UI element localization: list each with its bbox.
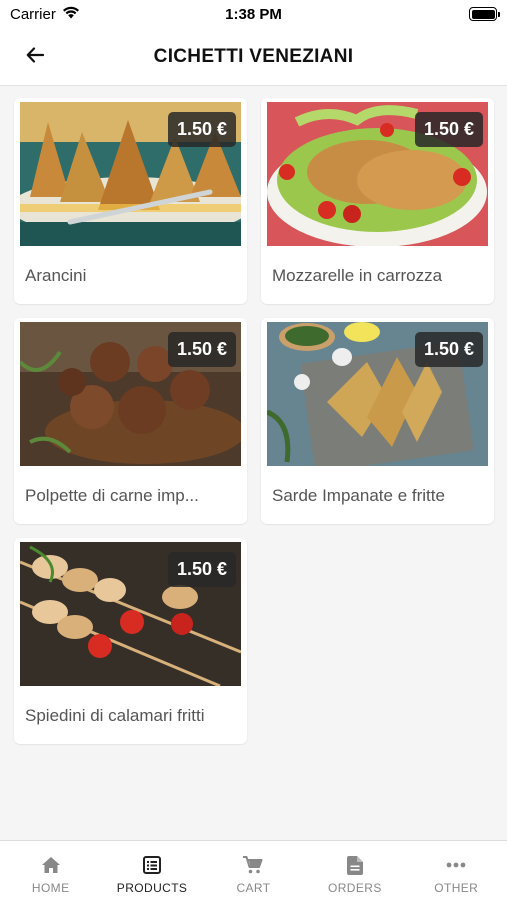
wifi-icon bbox=[62, 6, 80, 23]
home-icon bbox=[41, 855, 60, 875]
tab-products[interactable]: PRODUCTS bbox=[102, 855, 202, 895]
tab-label: PRODUCTS bbox=[116, 881, 188, 895]
product-image: 1.50 € bbox=[20, 542, 241, 686]
orders-document-icon bbox=[346, 855, 363, 875]
product-name: Mozzarelle in carrozza bbox=[272, 266, 443, 285]
tab-other[interactable]: OTHER bbox=[406, 855, 506, 895]
product-card-polpette-di-carne[interactable]: 1.50 € Polpette di carne imp... bbox=[14, 318, 247, 524]
status-left: Carrier bbox=[10, 6, 80, 23]
tab-orders[interactable]: ORDERS bbox=[305, 855, 405, 895]
arrow-left-icon bbox=[26, 46, 45, 68]
price-badge: 1.50 € bbox=[167, 332, 236, 367]
tab-home[interactable]: HOME bbox=[1, 855, 101, 895]
navigation-bar: CICHETTI VENEZIANI bbox=[0, 28, 507, 86]
product-name: Polpette di carne imp... bbox=[25, 486, 199, 505]
tab-label: CART bbox=[236, 881, 271, 895]
product-image: 1.50 € bbox=[267, 102, 488, 246]
tab-cart[interactable]: CART bbox=[203, 855, 303, 895]
product-image: 1.50 € bbox=[20, 322, 241, 466]
back-button[interactable] bbox=[20, 42, 50, 72]
product-grid: 1.50 € Arancini 1.50 € Mozzarelle in car… bbox=[14, 98, 494, 744]
product-image: 1.50 € bbox=[20, 102, 241, 246]
carrier-label: Carrier bbox=[10, 5, 56, 23]
cart-icon bbox=[243, 855, 263, 875]
price-badge: 1.50 € bbox=[167, 112, 236, 147]
page-title: CICHETTI VENEZIANI bbox=[153, 45, 354, 67]
status-bar: Carrier 1:38 PM bbox=[0, 0, 507, 28]
tab-label: OTHER bbox=[434, 881, 479, 895]
tab-bar: HOME PRODUCTS CART ORDERS OTHER bbox=[0, 840, 507, 900]
product-card-sarde-impanate[interactable]: 1.50 € Sarde Impanate e fritte bbox=[261, 318, 494, 524]
product-image: 1.50 € bbox=[267, 322, 488, 466]
product-card-mozzarelle-in-carrozza[interactable]: 1.50 € Mozzarelle in carrozza bbox=[261, 98, 494, 304]
product-name: Sarde Impanate e fritte bbox=[272, 486, 445, 505]
product-card-spiedini-di-calamari[interactable]: 1.50 € Spiedini di calamari fritti bbox=[14, 538, 247, 744]
battery-icon bbox=[469, 7, 500, 21]
tab-label: ORDERS bbox=[327, 881, 382, 895]
products-list-icon bbox=[143, 855, 162, 875]
product-name: Arancini bbox=[25, 266, 87, 285]
product-name: Spiedini di calamari fritti bbox=[25, 706, 205, 725]
more-dots-icon bbox=[446, 855, 466, 875]
price-badge: 1.50 € bbox=[414, 332, 483, 367]
product-card-arancini[interactable]: 1.50 € Arancini bbox=[14, 98, 247, 304]
tab-label: HOME bbox=[31, 881, 70, 895]
price-badge: 1.50 € bbox=[414, 112, 483, 147]
price-badge: 1.50 € bbox=[167, 552, 236, 587]
